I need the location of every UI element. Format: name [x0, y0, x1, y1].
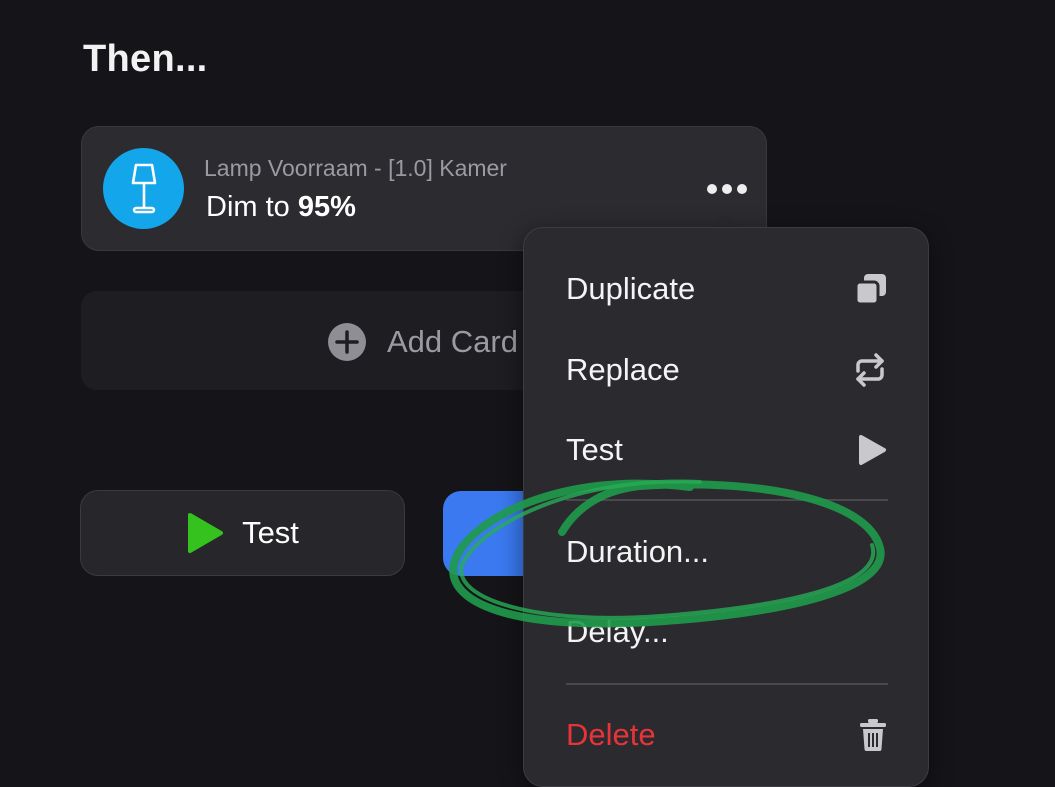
menu-item-delay[interactable]: Delay... — [566, 602, 888, 662]
play-icon — [188, 513, 224, 553]
test-button[interactable]: Test — [80, 490, 405, 576]
menu-item-label: Duplicate — [566, 271, 696, 306]
menu-item-test[interactable]: Test — [566, 420, 888, 480]
menu-item-duplicate[interactable]: Duplicate — [566, 259, 888, 319]
card-action-text: Dim to 95% — [206, 191, 356, 224]
trash-icon — [860, 719, 886, 751]
add-card-label: Add Card — [387, 324, 518, 359]
menu-item-label: Duration... — [566, 534, 710, 569]
menu-item-label: Replace — [566, 352, 680, 387]
menu-caret — [709, 212, 741, 228]
card-action-value: 95% — [297, 191, 356, 223]
menu-item-duration[interactable]: Duration... — [566, 522, 888, 582]
play-icon — [859, 435, 886, 465]
section-title: Then... — [83, 38, 208, 80]
menu-item-label: Delete — [566, 717, 656, 752]
ellipsis-icon — [707, 184, 747, 194]
menu-item-delete[interactable]: Delete — [566, 705, 888, 765]
plus-circle-icon — [328, 323, 366, 361]
more-options-button[interactable] — [702, 169, 752, 209]
floor-lamp-icon — [103, 148, 184, 229]
card-device-name: Lamp Voorraam - [1.0] Kamer — [204, 155, 507, 181]
menu-item-label: Delay... — [566, 614, 669, 649]
menu-item-replace[interactable]: Replace — [566, 340, 888, 400]
replace-arrows-icon — [856, 353, 884, 387]
menu-divider — [566, 683, 888, 685]
test-button-label: Test — [242, 515, 299, 550]
context-menu: Duplicate Replace Test Duration... Delay… — [523, 227, 929, 787]
card-action-prefix: Dim to — [206, 191, 298, 223]
menu-divider — [566, 499, 888, 501]
menu-item-label: Test — [566, 432, 623, 467]
duplicate-icon — [854, 274, 886, 306]
